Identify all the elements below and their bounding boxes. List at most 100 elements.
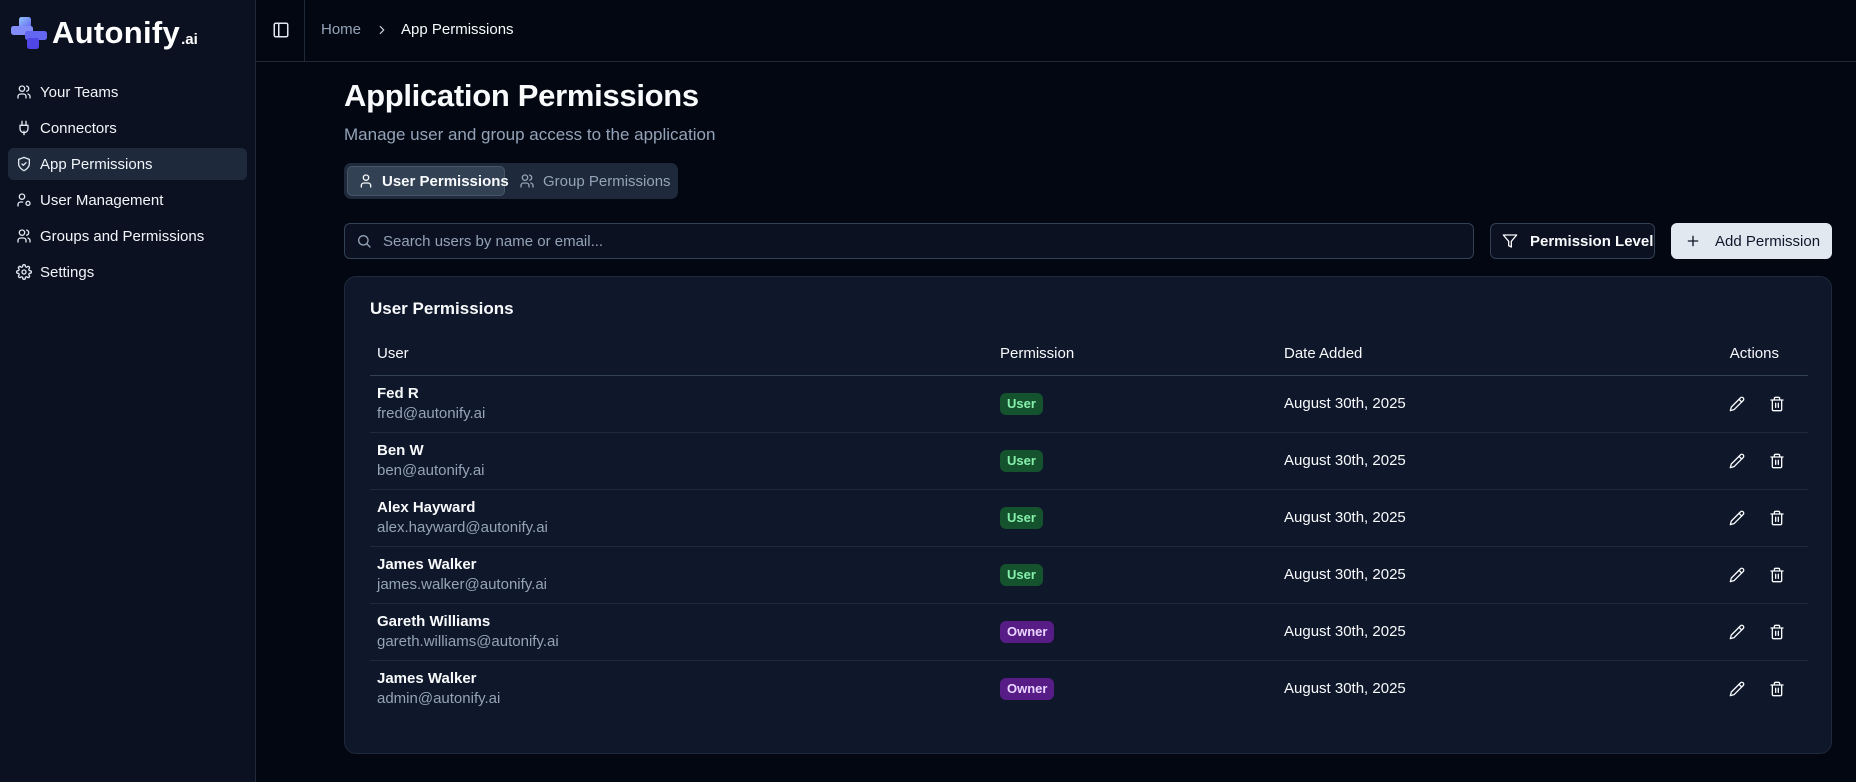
actions-cell <box>1647 603 1808 661</box>
trash-icon[interactable] <box>1769 510 1785 526</box>
user-permissions-card: User Permissions User Permission Date Ad… <box>344 276 1832 754</box>
plug-icon <box>16 120 32 136</box>
brand-logo[interactable]: Autonify .ai <box>11 15 198 51</box>
sidebar-item-label: Your Teams <box>40 83 119 101</box>
search-box <box>344 223 1474 259</box>
table-row: James Walker admin@autonify.ai Owner August… <box>370 660 1808 717</box>
trash-icon[interactable] <box>1769 624 1785 640</box>
page-subtitle: Manage user and group access to the appl… <box>344 125 716 144</box>
date-added-cell: August 30th, 2025 <box>1277 375 1647 433</box>
search-icon <box>356 233 372 249</box>
column-header-permission: Permission <box>993 333 1277 376</box>
search-input[interactable] <box>383 226 1463 256</box>
sidebar-item-your-teams[interactable]: Your Teams <box>8 76 247 108</box>
date-added-cell: August 30th, 2025 <box>1277 432 1647 490</box>
permission-badge: User <box>1000 392 1043 415</box>
permission-cell: User <box>993 546 1277 604</box>
user-name: Alex Hayward <box>377 498 476 516</box>
date-added-cell: August 30th, 2025 <box>1277 546 1647 604</box>
users-icon <box>16 84 32 100</box>
date-added-cell: August 30th, 2025 <box>1277 489 1647 547</box>
gear-icon <box>16 264 32 280</box>
user-email: james.walker@autonify.ai <box>377 575 548 593</box>
sidebar-toggle-icon[interactable] <box>272 21 290 39</box>
table-row: Gareth Williams gareth.williams@autonify.… <box>370 603 1808 661</box>
trash-icon[interactable] <box>1769 567 1785 583</box>
brand-suffix: .ai <box>181 30 198 48</box>
add-permission-button[interactable]: Add Permission <box>1671 223 1832 259</box>
tab-label: Group Permissions <box>543 172 671 190</box>
edit-icon[interactable] <box>1729 453 1745 469</box>
user-cell: Ben W ben@autonify.ai <box>370 432 993 490</box>
page-title: Application Permissions <box>344 78 699 113</box>
sidebar-item-label: Settings <box>40 263 95 281</box>
column-header-date-added: Date Added <box>1277 333 1647 376</box>
sidebar-item-groups-and-permissions[interactable]: Groups and Permissions <box>8 220 247 252</box>
filter-icon <box>1502 233 1518 249</box>
actions-cell <box>1647 432 1808 490</box>
actions-cell <box>1647 546 1808 604</box>
user-name: Ben W <box>377 441 424 459</box>
user-cell: James Walker admin@autonify.ai <box>370 660 993 717</box>
top-bar: Home App Permissions <box>256 0 1856 62</box>
date-added-cell: August 30th, 2025 <box>1284 680 1406 698</box>
sidebar-item-label: Connectors <box>40 119 117 137</box>
user-email: admin@autonify.ai <box>377 689 501 707</box>
permission-level-filter-button[interactable]: Permission Level <box>1490 223 1655 259</box>
permission-cell: Owner <box>993 660 1277 717</box>
permission-badge: User <box>1000 563 1043 586</box>
table-row: Fed R fred@autonify.ai User August 30th, 20… <box>370 375 1808 433</box>
add-permission-label: Add Permission <box>1715 232 1821 250</box>
sidebar-item-connectors[interactable]: Connectors <box>8 112 247 144</box>
user-email: fred@autonify.ai <box>377 404 486 422</box>
trash-icon[interactable] <box>1769 453 1785 469</box>
breadcrumb-home-link[interactable]: Home <box>321 21 361 38</box>
shield-icon <box>16 156 32 172</box>
actions-cell <box>1647 660 1808 717</box>
user-permissions-table: User Permission Date Added Actions Fed R… <box>370 333 1808 717</box>
user-email: alex.hayward@autonify.ai <box>377 518 548 536</box>
trash-icon[interactable] <box>1769 681 1785 697</box>
edit-icon[interactable] <box>1729 396 1745 412</box>
breadcrumb-current: App Permissions <box>401 21 514 38</box>
sidebar-item-app-permissions[interactable]: App Permissions <box>8 148 247 180</box>
user-icon <box>358 173 374 189</box>
sidebar-item-user-management[interactable]: User Management <box>8 184 247 216</box>
user-cell: Fed R fred@autonify.ai <box>370 375 993 433</box>
sidebar-nav: Your Teams Connectors App Permissions Us… <box>8 76 247 292</box>
sidebar-item-label: App Permissions <box>40 155 153 173</box>
tab-user-permissions[interactable]: User Permissions <box>347 166 509 196</box>
edit-icon[interactable] <box>1729 624 1745 640</box>
edit-icon[interactable] <box>1729 567 1745 583</box>
card-title: User Permissions <box>370 299 514 318</box>
permissions-tabs: User Permissions Group Permissions <box>344 163 678 199</box>
tab-group-permissions[interactable]: Group Permissions <box>509 166 679 196</box>
sidebar-item-label: Groups and Permissions <box>40 227 205 245</box>
actions-cell <box>1647 489 1808 547</box>
user-name: James Walker <box>377 669 477 687</box>
edit-icon[interactable] <box>1729 510 1745 526</box>
plus-icon <box>1685 233 1701 249</box>
filter-label: Permission Level <box>1530 232 1654 250</box>
table-header-row: User Permission Date Added Actions <box>370 333 1808 376</box>
actions-cell <box>1647 375 1808 433</box>
divider <box>304 0 305 62</box>
users-icon <box>519 173 535 189</box>
user-cell: James Walker james.walker@autonify.ai <box>370 546 993 604</box>
table-row: James Walker james.walker@autonify.ai User… <box>370 546 1808 604</box>
table-row: Alex Hayward alex.hayward@autonify.ai User… <box>370 489 1808 547</box>
user-name: Gareth Williams <box>377 612 491 630</box>
user-name: James Walker <box>377 555 477 573</box>
permission-badge: User <box>1000 506 1043 529</box>
trash-icon[interactable] <box>1769 396 1785 412</box>
permission-badge: Owner <box>1000 677 1055 700</box>
column-header-actions: Actions <box>1647 333 1808 376</box>
sidebar-item-settings[interactable]: Settings <box>8 256 247 288</box>
user-cog-icon <box>16 192 32 208</box>
brand-name: Autonify <box>52 15 181 50</box>
users-icon <box>16 228 32 244</box>
permission-cell: User <box>993 375 1277 433</box>
permission-badge: User <box>1000 449 1043 472</box>
edit-icon[interactable] <box>1729 681 1745 697</box>
user-cell: Alex Hayward alex.hayward@autonify.ai <box>370 489 993 547</box>
